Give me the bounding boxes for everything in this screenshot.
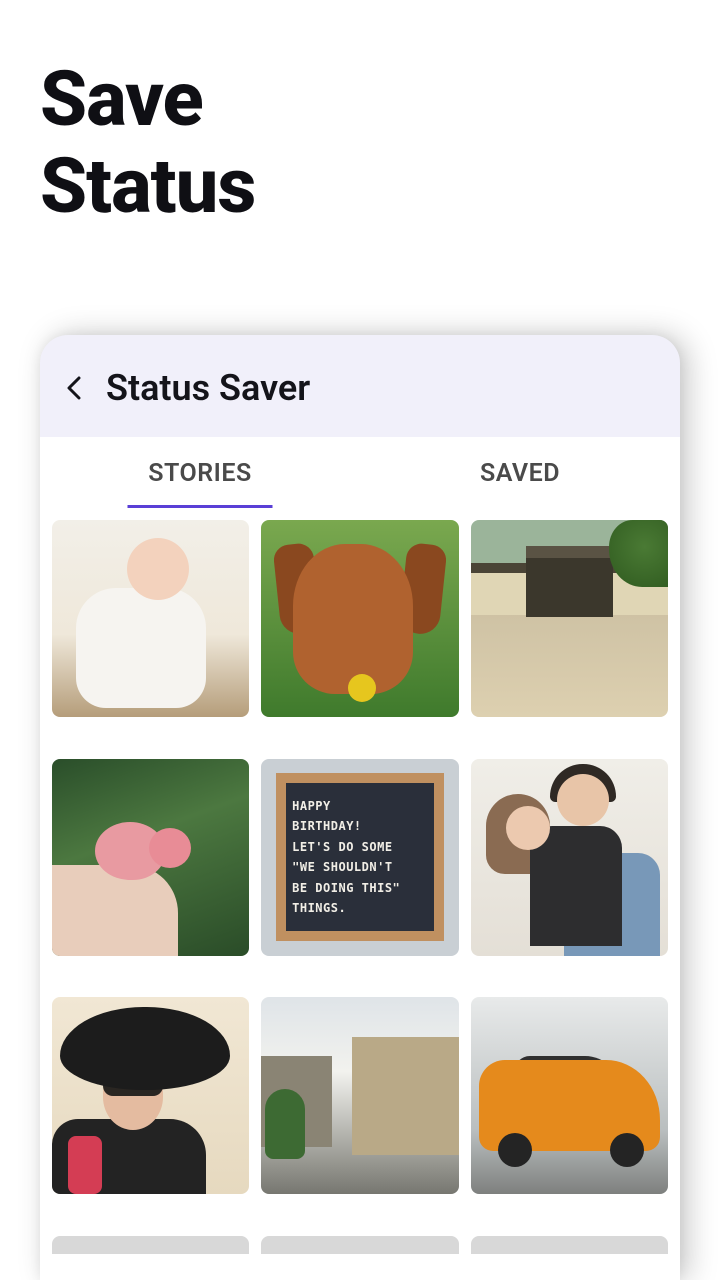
tab-bar: STORIES SAVED [40,437,680,508]
letterboard-line: "WE SHOULDN'T [292,860,428,874]
tab-stories-label: STORIES [148,459,251,488]
tab-saved[interactable]: SAVED [360,437,680,508]
story-thumb[interactable] [52,1236,249,1254]
letterboard-line: HAPPY [292,799,428,813]
story-thumb[interactable] [52,759,249,956]
tab-stories[interactable]: STORIES [40,437,360,508]
story-thumb[interactable] [261,997,458,1194]
letterboard-line: THINGS. [292,901,428,915]
letterboard-line: LET'S DO SOME [292,840,428,854]
stories-grid: HAPPY BIRTHDAY! LET'S DO SOME "WE SHOULD… [40,508,680,1280]
app-header: Status Saver [40,335,680,437]
story-thumb[interactable] [471,997,668,1194]
story-thumb[interactable] [471,759,668,956]
hero-title: Save Status [40,56,255,231]
hero-line-2: Status [40,143,255,230]
story-thumb[interactable] [261,1236,458,1254]
hero-line-1: Save [40,56,255,143]
back-icon[interactable] [64,374,86,402]
app-card: Status Saver STORIES SAVED [40,335,680,1280]
story-thumb[interactable] [261,520,458,717]
letterboard-line: BE DOING THIS" [292,881,428,895]
story-thumb[interactable] [52,520,249,717]
tab-saved-label: SAVED [480,459,560,488]
app-title: Status Saver [106,367,310,409]
story-thumb[interactable] [52,997,249,1194]
letterboard-line: BIRTHDAY! [292,819,428,833]
story-thumb[interactable] [471,520,668,717]
story-thumb[interactable]: HAPPY BIRTHDAY! LET'S DO SOME "WE SHOULD… [261,759,458,956]
story-thumb[interactable] [471,1236,668,1254]
